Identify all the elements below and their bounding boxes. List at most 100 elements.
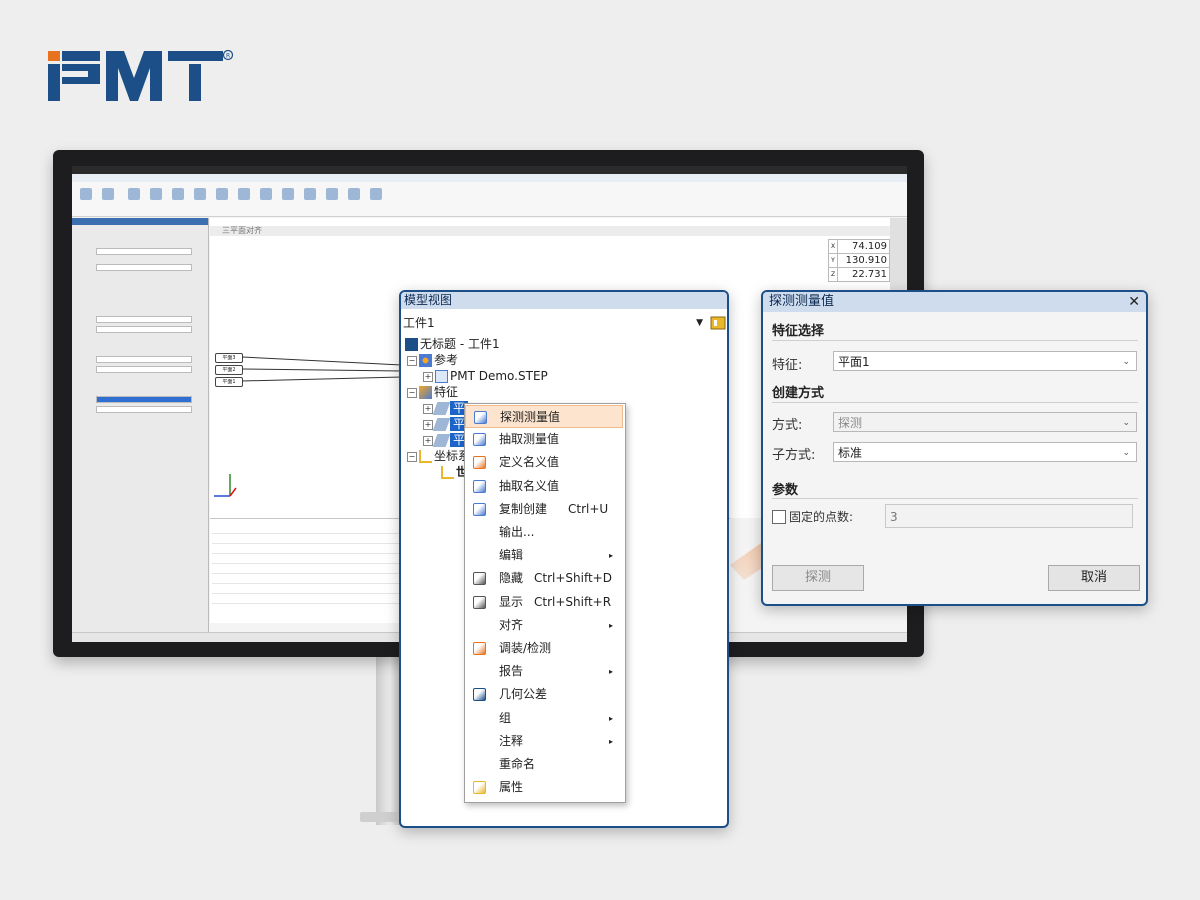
axes-icon	[441, 466, 454, 479]
context-menu-item-label: 对齐	[499, 617, 524, 632]
tree-node-reference[interactable]: − 参考	[407, 352, 458, 368]
cancel-button[interactable]: 取消	[1048, 565, 1140, 591]
cube-icon	[435, 370, 448, 383]
plane-icon	[432, 418, 451, 431]
submethod-label: 子方式:	[772, 448, 816, 463]
fit-inspect-icon	[473, 642, 486, 655]
context-menu-item[interactable]: 编辑 ▸	[465, 544, 623, 567]
context-menu-item[interactable]: 复制创建 Ctrl+U	[465, 498, 623, 521]
context-menu-item-label: 隐藏	[499, 571, 524, 586]
tree-node-feature-plane[interactable]: + 平	[423, 400, 469, 416]
dialog-title: 探测测量值	[769, 294, 835, 309]
plane-icon	[432, 434, 451, 447]
context-menu-item-label: 定义名义值	[499, 455, 560, 470]
feature-icon	[419, 386, 432, 399]
collapse-icon[interactable]: −	[407, 355, 417, 366]
close-icon[interactable]: ✕	[1128, 292, 1140, 312]
context-menu-item[interactable]: 组 ▸	[465, 707, 623, 730]
copy-create-icon	[473, 502, 486, 516]
gdt-icon	[473, 688, 486, 702]
pmt-logo: R	[48, 49, 233, 101]
expand-icon[interactable]: +	[423, 371, 433, 382]
submenu-arrow-icon: ▸	[608, 551, 613, 561]
model-view-title: 模型视图	[401, 292, 727, 309]
section-params: 参数	[772, 483, 799, 498]
context-menu-item-label: 抽取名义值	[499, 478, 560, 493]
section-feature-select: 特征选择	[772, 324, 825, 339]
tree-node-feature-plane[interactable]: + 平	[423, 416, 469, 432]
properties-icon	[473, 781, 486, 795]
context-menu-item[interactable]: 隐藏 Ctrl+Shift+D	[465, 567, 623, 590]
context-menu-item[interactable]: 属性	[465, 776, 623, 799]
context-menu-item[interactable]: 注释 ▸	[465, 730, 623, 753]
submenu-arrow-icon: ▸	[608, 713, 613, 723]
context-menu-item-label: 调装/检测	[499, 641, 552, 655]
axis-triad-icon	[214, 474, 237, 497]
plane-leader-lines	[242, 356, 402, 382]
context-menu-item-label: 抽取测量值	[499, 432, 560, 447]
plane-tag: 平面1	[215, 377, 243, 387]
probe-measure-dialog: 探测测量值 ✕ 特征选择 特征: 平面1 ⌄ 创建方式 方式: 探测 ⌄ 子方式: …	[761, 290, 1148, 606]
tree-node-features[interactable]: − 特征	[407, 384, 458, 400]
context-menu-item[interactable]: 输出...	[465, 521, 623, 544]
context-menu-item-label: 复制创建	[499, 501, 548, 516]
context-menu-item-label: 探测测量值	[500, 410, 561, 424]
chevron-down-icon: ⌄	[1122, 357, 1130, 367]
plane-tag: 平面2	[215, 365, 243, 375]
fixed-points-label: 固定的点数:	[789, 510, 854, 524]
collapse-icon[interactable]: −	[407, 387, 417, 398]
fixed-points-input[interactable]: 3	[885, 504, 1133, 528]
collapse-icon[interactable]: −	[407, 451, 417, 462]
context-menu-item[interactable]: 报告 ▸	[465, 660, 623, 683]
extract-nominal-icon	[473, 479, 486, 493]
context-menu-item[interactable]: 探测测量值	[465, 405, 623, 428]
context-menu-item[interactable]: 显示 Ctrl+Shift+R	[465, 591, 623, 614]
app-menu-bar	[72, 174, 907, 182]
context-menu-item-label: 显示	[499, 594, 524, 609]
svg-text:R: R	[226, 53, 230, 60]
feature-select[interactable]: 平面1 ⌄	[833, 351, 1137, 371]
define-nominal-icon	[473, 456, 486, 470]
workpiece-tool-icon[interactable]	[709, 313, 727, 331]
context-menu-item-label: 输出...	[499, 525, 535, 539]
method-select: 探测 ⌄	[833, 412, 1137, 432]
context-menu-item[interactable]: 调装/检测	[465, 637, 623, 660]
context-menu: 探测测量值抽取测量值定义名义值抽取名义值复制创建 Ctrl+U 输出... 编辑 ▸ 隐藏…	[464, 403, 626, 803]
context-menu-shortcut: Ctrl+U	[568, 501, 609, 516]
context-menu-item[interactable]: 重命名	[465, 753, 623, 776]
workpiece-select[interactable]: 工件1 ▼	[403, 314, 705, 332]
chevron-down-icon: ⌄	[1122, 418, 1130, 428]
app-left-panel	[72, 218, 209, 642]
context-menu-item-label: 报告	[499, 664, 524, 679]
context-menu-item-label: 重命名	[499, 757, 536, 771]
workpiece-select-value: 工件1	[403, 316, 435, 330]
context-menu-item-label: 编辑	[499, 548, 524, 563]
context-menu-shortcut: Ctrl+Shift+R	[534, 594, 612, 609]
probe-measure-icon	[474, 411, 487, 424]
section-create-method: 创建方式	[772, 386, 825, 401]
probe-button[interactable]: 探测	[772, 565, 864, 591]
tree-node-step-file[interactable]: + PMT Demo.STEP	[423, 368, 548, 384]
submenu-arrow-icon: ▸	[608, 620, 613, 630]
tree-node-feature-plane[interactable]: + 平	[423, 432, 469, 448]
submenu-arrow-icon: ▸	[608, 667, 613, 677]
show-icon	[473, 595, 486, 609]
context-menu-item[interactable]: 定义名义值	[465, 451, 623, 474]
context-menu-item[interactable]: 抽取名义值	[465, 475, 623, 498]
context-menu-item[interactable]: 抽取测量值	[465, 428, 623, 451]
dialog-title-bar: 探测测量值 ✕	[763, 292, 1146, 312]
tree-node-coord-system[interactable]: − 坐标系	[407, 448, 470, 464]
submenu-arrow-icon: ▸	[608, 736, 613, 746]
feature-label: 特征:	[772, 358, 803, 373]
tree-node-root[interactable]: 无标题 - 工件1	[403, 336, 500, 352]
plane-icon	[432, 402, 451, 415]
fixed-points-checkbox[interactable]	[772, 510, 786, 524]
submethod-select[interactable]: 标准 ⌄	[833, 442, 1137, 462]
axes-icon	[419, 450, 432, 463]
context-menu-shortcut: Ctrl+Shift+D	[534, 571, 612, 586]
chevron-down-icon: ⌄	[1122, 448, 1130, 458]
plane-tag: 平面3	[215, 353, 243, 363]
reference-icon	[419, 354, 432, 367]
context-menu-item[interactable]: 对齐 ▸	[465, 614, 623, 637]
context-menu-item[interactable]: 几何公差	[465, 683, 623, 706]
